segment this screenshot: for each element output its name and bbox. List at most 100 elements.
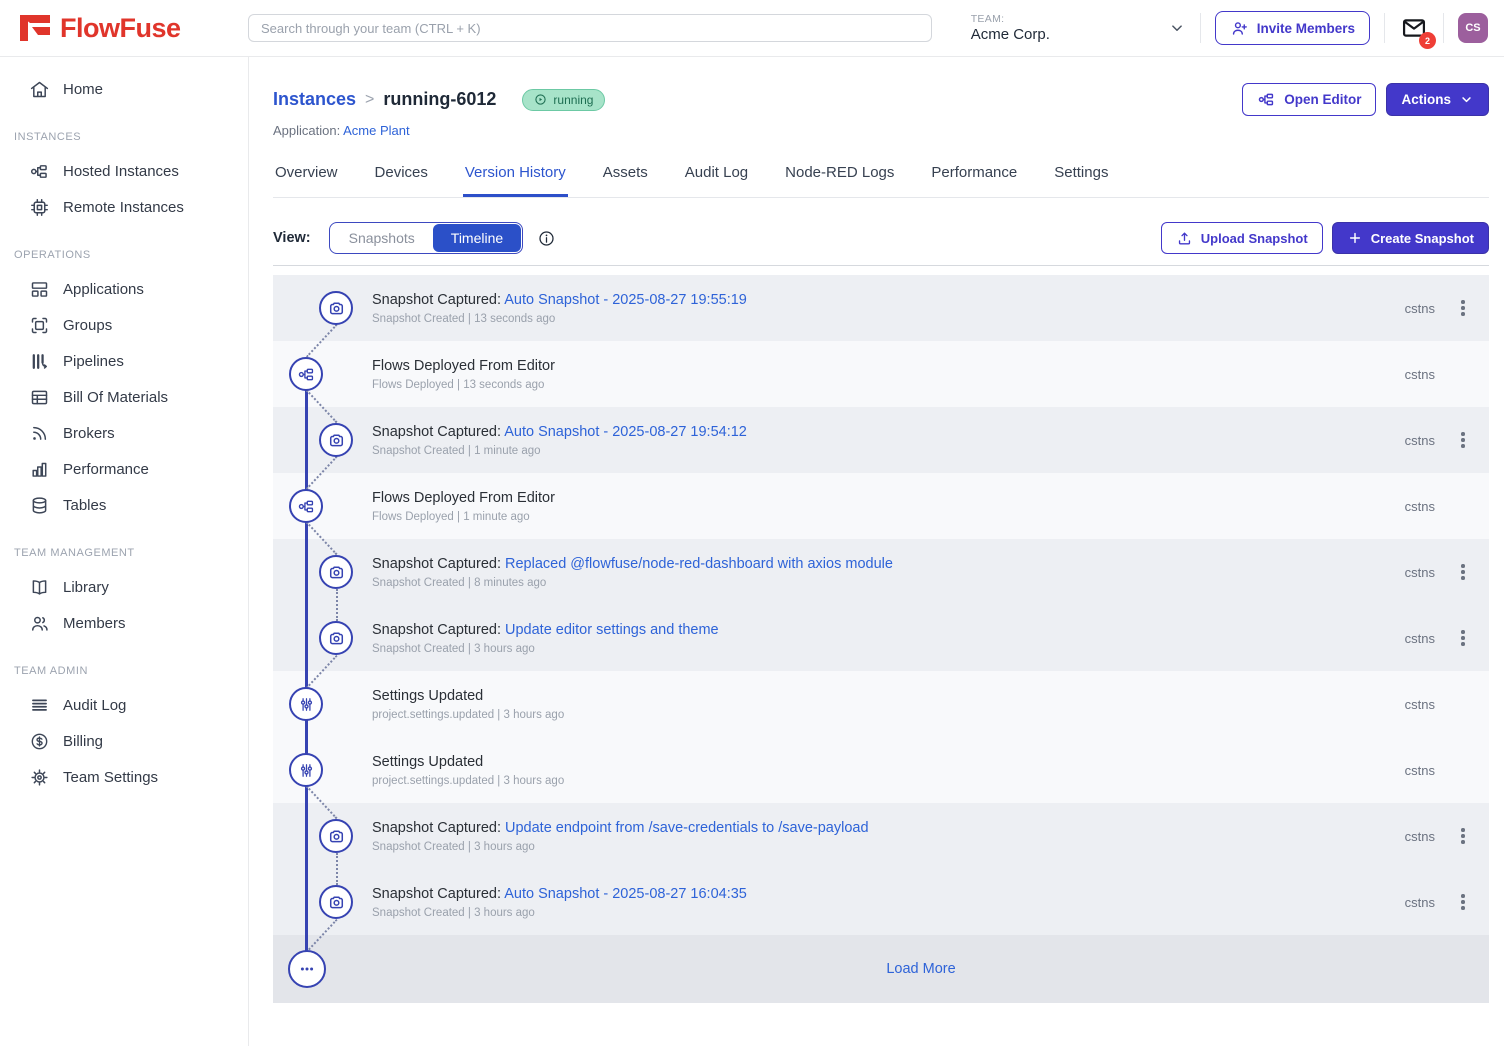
event-user: cstns: [1405, 697, 1435, 712]
team-switcher[interactable]: TEAM: Acme Corp.: [971, 13, 1186, 43]
snapshot-link[interactable]: Auto Snapshot - 2025-08-27 16:04:35: [504, 886, 747, 902]
sidebar-item-pipelines[interactable]: Pipelines: [0, 343, 248, 379]
camera-icon: [319, 885, 353, 919]
sidebar-item-team-settings[interactable]: Team Settings: [0, 759, 248, 795]
view-toggle: Snapshots Timeline: [329, 222, 524, 254]
actions-button[interactable]: Actions: [1386, 83, 1489, 116]
sidebar: HomeINSTANCESHosted InstancesRemote Inst…: [0, 57, 249, 1046]
sidebar-item-label: Brokers: [63, 425, 115, 442]
team-name: Acme Corp.: [971, 26, 1050, 43]
status-badge-label: running: [553, 93, 593, 107]
pipelines-icon: [29, 351, 50, 372]
tab-settings[interactable]: Settings: [1052, 154, 1110, 197]
snapshot-link[interactable]: Replaced @flowfuse/node-red-dashboard wi…: [505, 556, 893, 572]
event-user: cstns: [1405, 829, 1435, 844]
row-menu-button[interactable]: [1451, 559, 1475, 585]
sidebar-item-remote-instances[interactable]: Remote Instances: [0, 189, 248, 225]
notifications-button[interactable]: 2: [1399, 13, 1429, 43]
editor-projects-icon: [1257, 90, 1276, 109]
open-editor-button[interactable]: Open Editor: [1242, 83, 1376, 116]
timeline-line: [305, 374, 308, 969]
flowfuse-logo[interactable]: FlowFuse: [18, 13, 248, 44]
tab-audit-log[interactable]: Audit Log: [683, 154, 750, 197]
sidebar-item-hosted-instances[interactable]: Hosted Instances: [0, 153, 248, 189]
row-menu-button[interactable]: [1451, 625, 1475, 651]
snapshot-link[interactable]: Auto Snapshot - 2025-08-27 19:55:19: [504, 292, 747, 308]
upload-snapshot-label: Upload Snapshot: [1201, 231, 1308, 246]
sidebar-item-label: Pipelines: [63, 353, 124, 370]
timeline-event-row: Flows Deployed From EditorFlows Deployed…: [273, 473, 1489, 539]
load-more-link[interactable]: Load More: [806, 961, 955, 977]
event-title: Snapshot Captured:: [372, 292, 504, 308]
sidebar-item-applications[interactable]: Applications: [0, 271, 248, 307]
currency-dollar-icon: [29, 731, 50, 752]
event-meta: project.settings.updated | 3 hours ago: [372, 775, 564, 787]
event-meta: Snapshot Created | 1 minute ago: [372, 445, 747, 457]
timeline-event-row: Snapshot Captured: Update editor setting…: [273, 605, 1489, 671]
row-menu-button[interactable]: [1451, 823, 1475, 849]
avatar[interactable]: CS: [1458, 13, 1488, 43]
sidebar-item-brokers[interactable]: Brokers: [0, 415, 248, 451]
sliders-icon: [289, 753, 323, 787]
sidebar-item-home[interactable]: Home: [0, 71, 248, 107]
sidebar-item-library[interactable]: Library: [0, 569, 248, 605]
camera-icon: [319, 621, 353, 655]
chevron-down-icon: [1459, 92, 1474, 107]
view-snapshots-button[interactable]: Snapshots: [331, 224, 433, 252]
upload-snapshot-button[interactable]: Upload Snapshot: [1161, 222, 1323, 254]
event-title: Flows Deployed From Editor: [372, 490, 555, 506]
event-user: cstns: [1405, 763, 1435, 778]
sidebar-item-billing[interactable]: Billing: [0, 723, 248, 759]
tab-assets[interactable]: Assets: [601, 154, 650, 197]
play-circle-icon: [534, 93, 547, 106]
breadcrumb-separator: >: [365, 91, 374, 109]
breadcrumb-instances-link[interactable]: Instances: [273, 89, 356, 110]
sidebar-item-members[interactable]: Members: [0, 605, 248, 641]
invite-members-button[interactable]: Invite Members: [1215, 11, 1370, 45]
sidebar-item-label: Hosted Instances: [63, 163, 179, 180]
search-input[interactable]: [248, 14, 932, 42]
event-title: Snapshot Captured:: [372, 556, 505, 572]
sidebar-item-label: Bill Of Materials: [63, 389, 168, 406]
sidebar-item-label: Groups: [63, 317, 112, 334]
event-title: Snapshot Captured:: [372, 424, 504, 440]
create-snapshot-button[interactable]: Create Snapshot: [1332, 222, 1489, 254]
snapshot-link[interactable]: Auto Snapshot - 2025-08-27 19:54:12: [504, 424, 747, 440]
sliders-icon: [289, 687, 323, 721]
sidebar-section-header: OPERATIONS: [0, 225, 248, 271]
view-timeline-button[interactable]: Timeline: [433, 224, 521, 252]
sidebar-item-audit-log[interactable]: Audit Log: [0, 687, 248, 723]
snapshot-link[interactable]: Update editor settings and theme: [505, 622, 719, 638]
sidebar-item-bill-of-materials[interactable]: Bill Of Materials: [0, 379, 248, 415]
tab-overview[interactable]: Overview: [273, 154, 340, 197]
projects-icon: [289, 489, 323, 523]
open-editor-label: Open Editor: [1284, 92, 1361, 107]
row-menu-button[interactable]: [1451, 427, 1475, 453]
sidebar-item-tables[interactable]: Tables: [0, 487, 248, 523]
event-user: cstns: [1405, 631, 1435, 646]
tab-node-red-logs[interactable]: Node-RED Logs: [783, 154, 896, 197]
application-link[interactable]: Acme Plant: [343, 123, 409, 138]
event-meta: Flows Deployed | 13 seconds ago: [372, 379, 555, 391]
timeline-event-row: Snapshot Captured: Replaced @flowfuse/no…: [273, 539, 1489, 605]
snapshot-link[interactable]: Update endpoint from /save-credentials t…: [505, 820, 869, 836]
info-icon[interactable]: [537, 229, 556, 248]
projects-icon: [289, 357, 323, 391]
team-label: TEAM:: [971, 13, 1050, 25]
sidebar-item-groups[interactable]: Groups: [0, 307, 248, 343]
tab-performance[interactable]: Performance: [929, 154, 1019, 197]
main-content: Instances > running-6012 running Open Ed…: [249, 57, 1504, 1046]
table-list-icon: [29, 387, 50, 408]
event-meta: Snapshot Created | 3 hours ago: [372, 643, 719, 655]
tab-version-history[interactable]: Version History: [463, 154, 568, 197]
plus-icon: [1347, 230, 1363, 246]
row-menu-button[interactable]: [1451, 295, 1475, 321]
rss-icon: [29, 423, 50, 444]
list-icon: [29, 695, 50, 716]
breadcrumb: Instances > running-6012 running Open Ed…: [273, 83, 1489, 116]
row-menu-button[interactable]: [1451, 889, 1475, 915]
sidebar-item-performance[interactable]: Performance: [0, 451, 248, 487]
tab-devices[interactable]: Devices: [373, 154, 430, 197]
event-title: Snapshot Captured:: [372, 622, 505, 638]
timeline-event-row: Settings Updatedproject.settings.updated…: [273, 671, 1489, 737]
